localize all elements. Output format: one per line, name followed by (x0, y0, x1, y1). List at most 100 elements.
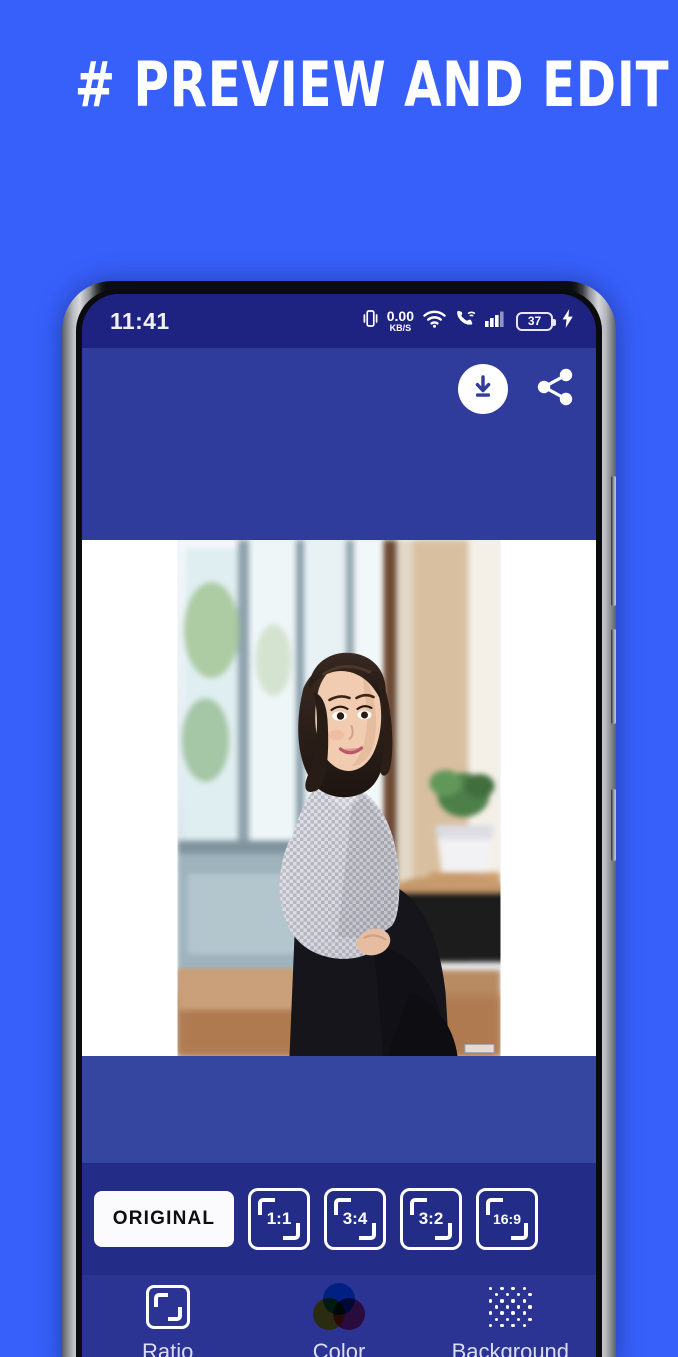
nav-item-ratio-label: Ratio (141, 1339, 194, 1357)
nav-item-background[interactable]: Background (425, 1283, 596, 1357)
network-speed-indicator: 0.00 KB/S (387, 309, 414, 333)
status-bar: 11:41 0.00 KB/S 37 (82, 294, 596, 348)
grid-dot (522, 1286, 527, 1291)
grid-dot (506, 1311, 509, 1314)
grid-dot (488, 1286, 493, 1291)
nav-item-ratio[interactable]: Ratio (82, 1283, 253, 1357)
phone-bezel: 11:41 0.00 KB/S 37 ORIGINAL 1:1 3:4 3:2 … (76, 289, 602, 1357)
phone-power-button[interactable] (611, 789, 616, 861)
grid-dot (489, 1293, 492, 1296)
nav-item-color[interactable]: Color (253, 1283, 424, 1357)
nav-item-background-label: Background (451, 1339, 570, 1357)
grid-dot (506, 1287, 509, 1290)
grid-dot (511, 1305, 514, 1308)
ratio-chip-original[interactable]: ORIGINAL (94, 1191, 234, 1247)
share-icon (533, 365, 577, 414)
phone-volume-up-button[interactable] (611, 476, 616, 606)
ratio-chip-16-9[interactable]: 16:9 (476, 1188, 538, 1250)
grid-dot (517, 1324, 520, 1327)
grid-dot (495, 1324, 498, 1327)
photo-watermark (464, 1044, 495, 1053)
ratio-chip-3-4-label: 3:4 (342, 1209, 368, 1228)
grid-dot (488, 1299, 493, 1303)
color-circle-pink (332, 1298, 365, 1330)
grid-dot (494, 1293, 498, 1297)
ratio-chip-1-1[interactable]: 1:1 (248, 1188, 310, 1250)
grid-dot (511, 1293, 514, 1296)
battery-level-text: 37 (527, 314, 542, 328)
grid-dot (505, 1293, 510, 1297)
bottom-navigation: Ratio Color Background (82, 1275, 596, 1357)
grid-dot (495, 1287, 498, 1290)
phone-volume-down-button[interactable] (611, 629, 616, 724)
charging-bolt-icon (562, 309, 574, 333)
grid-dot (517, 1299, 520, 1302)
editor-spacer (82, 1056, 596, 1163)
grid-dot (506, 1324, 509, 1327)
battery-indicator: 37 (516, 311, 556, 331)
grid-dot (517, 1317, 521, 1321)
grid-dot (511, 1318, 514, 1321)
download-icon (469, 373, 497, 406)
grid-dot (523, 1318, 526, 1321)
grid-dot (494, 1317, 498, 1321)
grid-dot (505, 1305, 510, 1309)
grid-dot (500, 1299, 504, 1303)
status-bar-clock: 11:41 (110, 307, 170, 334)
grid-dot (500, 1323, 504, 1328)
phone-screen: 11:41 0.00 KB/S 37 ORIGINAL 1:1 3:4 3:2 … (82, 294, 596, 1357)
grid-dot (522, 1311, 527, 1315)
ratio-chip-original-label: ORIGINAL (112, 1208, 216, 1229)
share-button[interactable] (530, 364, 580, 414)
download-button[interactable] (458, 364, 508, 414)
grid-dot (528, 1293, 532, 1297)
grid-dot (500, 1286, 504, 1291)
grid-dot (495, 1311, 498, 1314)
vibrate-icon (363, 309, 378, 333)
ratio-chip-16-9-label: 16:9 (492, 1211, 522, 1227)
phone-mockup: 11:41 0.00 KB/S 37 ORIGINAL 1:1 3:4 3:2 … (62, 281, 616, 1357)
grid-dot (522, 1323, 527, 1328)
ratio-chip-3-2[interactable]: 3:2 (400, 1188, 462, 1250)
grid-dot (528, 1299, 531, 1302)
grid-dot (511, 1299, 515, 1303)
grid-dot (506, 1299, 509, 1302)
grid-dot (500, 1305, 503, 1308)
screenshot-root: # PREVIEW AND EDIT 11:41 0.00 KB/S 37 OR… (0, 0, 678, 1357)
color-circles-icon (312, 1283, 365, 1331)
grid-dot (500, 1318, 503, 1321)
grid-dot (517, 1293, 521, 1297)
grid-dot (523, 1293, 526, 1296)
grid-dot (489, 1305, 492, 1308)
preview-photo[interactable] (177, 540, 501, 1056)
grid-dot (528, 1305, 532, 1309)
grid-dot (517, 1311, 520, 1314)
app-top-bar (82, 348, 596, 540)
grid-dot (494, 1305, 498, 1309)
grid-dot (528, 1317, 532, 1321)
top-bar-actions (458, 364, 580, 414)
grid-dot (511, 1311, 515, 1315)
network-speed-unit: KB/S (389, 323, 412, 333)
grid-dot (528, 1311, 531, 1314)
wifi-calling-icon (455, 309, 476, 333)
grid-dot (488, 1323, 493, 1328)
image-canvas[interactable] (82, 540, 596, 1056)
grid-dot (489, 1318, 492, 1321)
nav-item-color-label: Color (312, 1339, 366, 1357)
grid-dot (511, 1286, 515, 1291)
ratio-chip-3-4[interactable]: 3:4 (324, 1188, 386, 1250)
grid-dot (500, 1293, 503, 1296)
grid-dot (495, 1299, 498, 1302)
dot-grid-icon (488, 1283, 532, 1331)
grid-dot (488, 1311, 493, 1315)
grid-dot (500, 1311, 504, 1315)
grid-dot (517, 1305, 521, 1309)
crop-frame-icon (145, 1283, 190, 1331)
network-speed-value: 0.00 (386, 308, 414, 324)
grid-dot (511, 1323, 515, 1328)
ratio-chip-3-2-label: 3:2 (418, 1209, 444, 1228)
grid-dot (523, 1305, 526, 1308)
cellular-signal-icon (485, 310, 507, 333)
grid-dot (505, 1317, 510, 1321)
